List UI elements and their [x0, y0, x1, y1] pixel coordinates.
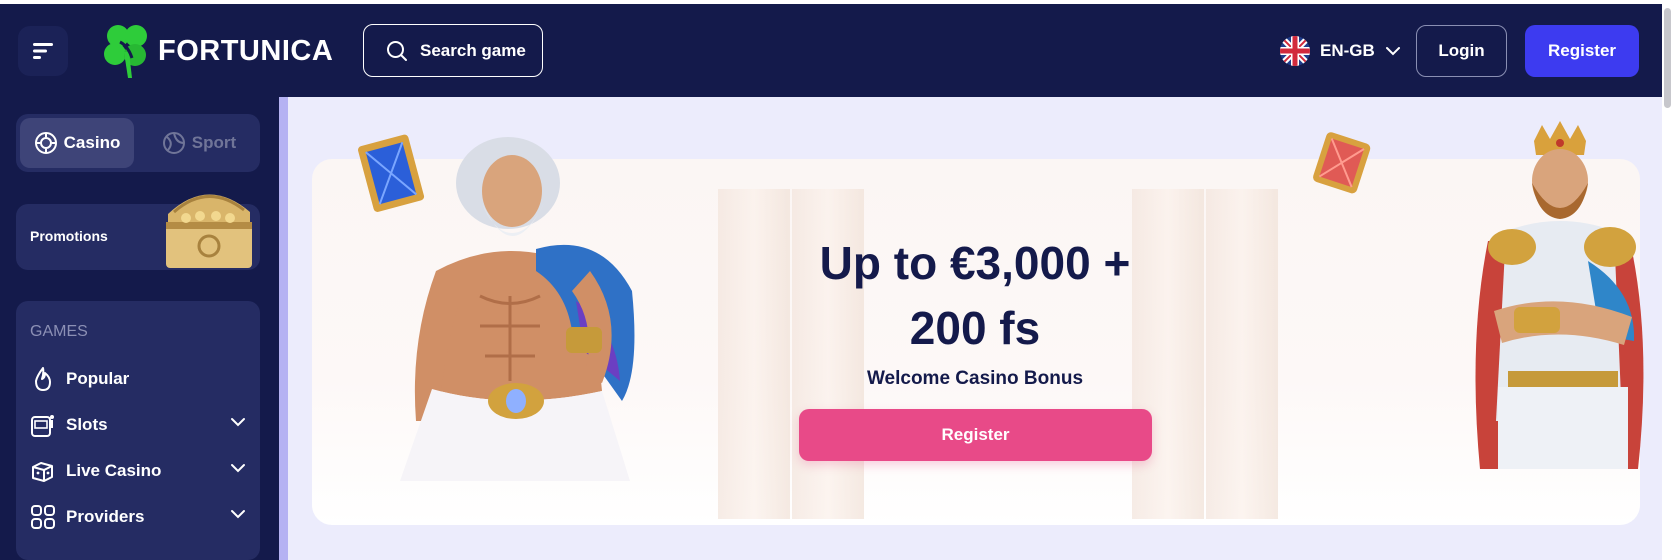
dice-icon — [30, 458, 56, 484]
main-content: Up to €3,000 + 200 fs Welcome Casino Bon… — [288, 97, 1662, 560]
search-game-button[interactable]: Search game — [363, 24, 543, 77]
search-icon — [387, 40, 407, 61]
language-selector[interactable]: EN-GB — [1280, 36, 1401, 66]
banner-register-button[interactable]: Register — [799, 409, 1152, 461]
tab-casino[interactable]: Casino — [20, 118, 134, 168]
casino-sport-toggle: Casino Sport — [16, 114, 260, 172]
grid-icon — [30, 504, 56, 530]
search-label: Search game — [420, 40, 526, 60]
hamburger-icon — [33, 43, 53, 59]
slot-machine-icon — [30, 412, 56, 438]
page-scrollbar-thumb[interactable] — [1664, 8, 1671, 108]
promotions-label: Promotions — [30, 228, 108, 244]
sidebar-item-slots[interactable]: Slots — [30, 407, 246, 443]
uk-flag-icon — [1280, 36, 1310, 66]
sport-ball-icon — [162, 132, 185, 154]
tab-sport-label: Sport — [191, 133, 237, 152]
sidebar: Casino Sport Promotions GAMES Popular Sl… — [0, 97, 280, 560]
chevron-down-icon[interactable] — [230, 463, 246, 473]
chevron-down-icon[interactable] — [230, 417, 246, 427]
chevron-down-icon[interactable] — [230, 509, 246, 519]
casino-chip-icon — [34, 132, 57, 154]
bonus-subtitle: Welcome Casino Bonus — [866, 368, 1084, 389]
top-header: FORTUNICA Search game EN-GB Login Regist… — [0, 4, 1662, 97]
login-button[interactable]: Login — [1416, 25, 1507, 77]
sidebar-item-popular[interactable]: Popular — [30, 361, 246, 397]
menu-toggle-button[interactable] — [18, 26, 68, 76]
bonus-headline: Up to €3,000 + 200 fs — [288, 231, 1662, 361]
sidebar-item-label: Slots — [66, 415, 108, 434]
promotions-card[interactable]: Promotions — [16, 194, 260, 270]
register-button[interactable]: Register — [1525, 25, 1639, 77]
sidebar-item-providers[interactable]: Providers — [30, 499, 246, 535]
tab-casino-label: Casino — [63, 133, 121, 152]
headline-line-2: 200 fs — [909, 302, 1041, 354]
clover-logo-icon — [104, 25, 147, 78]
brand-logo[interactable]: FORTUNICA — [102, 22, 333, 80]
language-label: EN-GB — [1320, 41, 1375, 60]
games-menu: GAMES Popular Slots Live Casino Provider… — [16, 301, 260, 560]
sidebar-item-label: Providers — [66, 507, 145, 526]
flame-icon — [30, 366, 56, 392]
headline-line-1: Up to €3,000 + — [819, 237, 1131, 289]
sidebar-scrollbar[interactable] — [279, 97, 288, 560]
treasure-chest-icon — [166, 194, 252, 268]
tab-sport[interactable]: Sport — [142, 118, 256, 168]
sidebar-item-label: Live Casino — [66, 461, 162, 480]
chevron-down-icon — [1385, 47, 1400, 56]
logo-text: FORTUNICA — [158, 34, 334, 67]
sidebar-item-live-casino[interactable]: Live Casino — [30, 453, 246, 489]
games-section-title: GAMES — [30, 323, 88, 340]
sidebar-item-label: Popular — [66, 369, 130, 388]
